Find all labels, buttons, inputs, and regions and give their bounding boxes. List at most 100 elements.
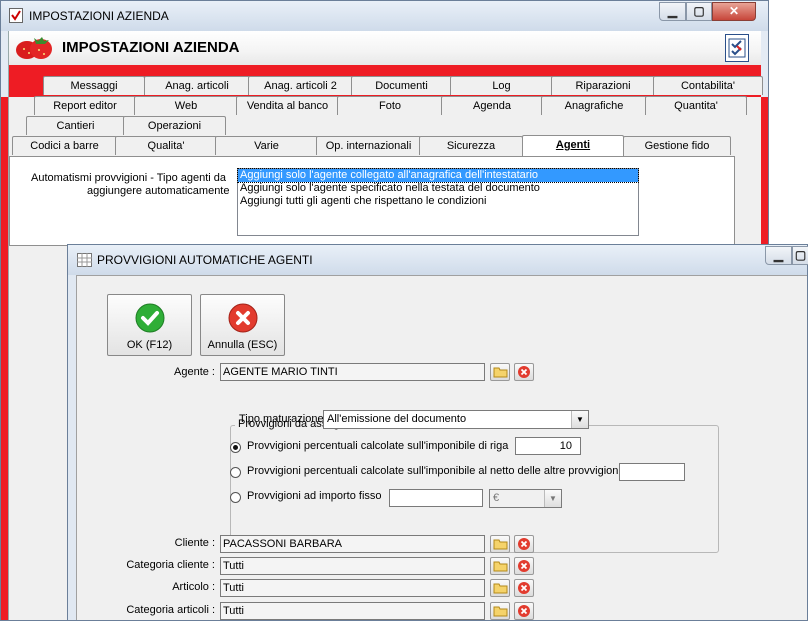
cliente-clear-button[interactable] xyxy=(514,535,534,553)
title-bar: IMPOSTAZIONI AZIENDA ▁ ▢ ✕ xyxy=(1,1,768,31)
folder-icon xyxy=(493,583,508,594)
list-item[interactable]: Aggiungi solo l'agente collegato all'ana… xyxy=(237,168,639,183)
tipo-maturazione-label: Tipo maturazione : xyxy=(239,413,330,425)
radio-importo-fisso[interactable] xyxy=(230,492,241,503)
tab-log[interactable]: Log xyxy=(450,76,553,95)
percentuale-riga-input[interactable]: 10 xyxy=(515,437,581,455)
tab-op-internazionali[interactable]: Op. internazionali xyxy=(316,136,421,155)
window-title: IMPOSTAZIONI AZIENDA xyxy=(29,9,169,23)
left-red-border xyxy=(1,97,8,620)
agents-type-listbox[interactable]: Aggiungi solo l'agente collegato all'ana… xyxy=(237,168,639,236)
cancel-button[interactable]: Annulla (ESC) xyxy=(200,294,285,356)
currency-value: € xyxy=(493,492,500,504)
close-icon: ✕ xyxy=(728,4,740,18)
minimize-icon: ▁ xyxy=(667,4,678,18)
list-item[interactable]: Aggiungi solo l'agente specificato nella… xyxy=(238,182,638,195)
ok-button[interactable]: OK (F12) xyxy=(107,294,192,356)
tab-documenti[interactable]: Documenti xyxy=(351,76,452,95)
strawberry-logo-icon xyxy=(16,37,52,59)
tab-report-editor[interactable]: Report editor xyxy=(34,96,136,115)
categoria-articoli-browse-button[interactable] xyxy=(490,602,510,620)
dialog-title: PROVVIGIONI AUTOMATICHE AGENTI xyxy=(97,253,313,267)
folder-icon xyxy=(493,561,508,572)
ok-button-label: OK (F12) xyxy=(126,339,173,351)
app-icon xyxy=(9,8,23,23)
categoria-cliente-clear-button[interactable] xyxy=(514,557,534,575)
folder-icon xyxy=(493,539,508,550)
tab-web[interactable]: Web xyxy=(134,96,238,115)
categoria-articoli-clear-button[interactable] xyxy=(514,602,534,620)
categoria-cliente-label: Categoria cliente : xyxy=(126,559,215,571)
tab-messaggi[interactable]: Messaggi xyxy=(43,76,145,95)
checklist-icon[interactable] xyxy=(725,34,749,62)
agente-label: Agente : xyxy=(174,366,215,378)
check-icon xyxy=(135,303,165,333)
radio-percentuali-netto[interactable] xyxy=(230,467,241,478)
importo-fisso-input[interactable] xyxy=(389,489,483,507)
percentuale-netto-input[interactable] xyxy=(619,463,685,481)
dialog-minimize-button[interactable]: ▁ xyxy=(765,246,792,265)
grid-icon xyxy=(77,253,92,267)
tipo-maturazione-value: All'emissione del documento xyxy=(327,413,467,425)
tab-riparazioni[interactable]: Riparazioni xyxy=(551,76,655,95)
delete-icon xyxy=(518,582,530,594)
tipo-maturazione-select[interactable]: All'emissione del documento ▼ xyxy=(323,410,589,429)
cancel-button-label: Annulla (ESC) xyxy=(207,339,278,351)
categoria-cliente-browse-button[interactable] xyxy=(490,557,510,575)
agents-label-line1: Automatismi provvigioni - Tipo agenti da xyxy=(31,172,227,184)
currency-select[interactable]: € ▼ xyxy=(489,489,562,508)
maximize-icon: ▢ xyxy=(794,248,807,262)
tab-cantieri[interactable]: Cantieri xyxy=(26,116,125,135)
tab-foto[interactable]: Foto xyxy=(337,96,443,115)
cliente-browse-button[interactable] xyxy=(490,535,510,553)
categoria-articoli-label: Categoria articoli : xyxy=(126,604,215,616)
header-title: IMPOSTAZIONI AZIENDA xyxy=(62,39,240,56)
delete-icon xyxy=(518,366,530,378)
maximize-icon: ▢ xyxy=(693,4,705,18)
tab-agenda[interactable]: Agenda xyxy=(441,96,543,115)
tab-agenti[interactable]: Agenti xyxy=(522,135,624,157)
tab-varie[interactable]: Varie xyxy=(215,136,318,155)
articolo-label: Articolo : xyxy=(172,581,215,593)
chevron-down-icon: ▼ xyxy=(571,411,588,428)
cliente-field[interactable]: PACASSONI BARBARA xyxy=(220,535,485,553)
dialog-title-bar: PROVVIGIONI AUTOMATICHE AGENTI ▁ ▢ xyxy=(68,245,808,275)
radio-percentuali-riga[interactable] xyxy=(230,442,241,453)
close-button[interactable]: ✕ xyxy=(712,2,756,21)
radio-importo-fisso-label: Provvigioni ad importo fisso xyxy=(247,490,382,502)
agente-browse-button[interactable] xyxy=(490,363,510,381)
articolo-field[interactable]: Tutti xyxy=(220,579,485,597)
tab-operazioni[interactable]: Operazioni xyxy=(123,116,226,135)
cliente-label: Cliente : xyxy=(174,537,215,549)
list-item[interactable]: Aggiungi tutti gli agenti che rispettano… xyxy=(238,195,638,208)
articolo-clear-button[interactable] xyxy=(514,579,534,597)
tab-anag-articoli-2[interactable]: Anag. articoli 2 xyxy=(248,76,353,95)
agente-clear-button[interactable] xyxy=(514,363,534,381)
tab-qualita[interactable]: Qualita' xyxy=(115,136,217,155)
categoria-cliente-field[interactable]: Tutti xyxy=(220,557,485,575)
minimize-icon: ▁ xyxy=(773,248,784,262)
tab-anag-articoli[interactable]: Anag. articoli xyxy=(144,76,250,95)
delete-icon xyxy=(518,560,530,572)
radio-percentuali-netto-label: Provvigioni percentuali calcolate sull'i… xyxy=(247,465,621,477)
tab-codici-a-barre[interactable]: Codici a barre xyxy=(12,136,117,155)
dialog-maximize-button[interactable]: ▢ xyxy=(792,246,808,265)
tab-sicurezza[interactable]: Sicurezza xyxy=(419,136,523,155)
maximize-button[interactable]: ▢ xyxy=(686,2,712,21)
dialog-client-area: OK (F12) Annulla (ESC) Agente : AGENTE M… xyxy=(76,275,807,620)
provvigioni-dialog: PROVVIGIONI AUTOMATICHE AGENTI ▁ ▢ OK (F… xyxy=(67,244,808,621)
tab-anagrafiche[interactable]: Anagrafiche xyxy=(541,96,647,115)
tab-quantita[interactable]: Quantita' xyxy=(645,96,747,115)
radio-percentuali-riga-label: Provvigioni percentuali calcolate sull'i… xyxy=(247,440,509,452)
articolo-browse-button[interactable] xyxy=(490,579,510,597)
tab-gestione-fido[interactable]: Gestione fido xyxy=(623,136,731,155)
minimize-button[interactable]: ▁ xyxy=(659,2,686,21)
folder-icon xyxy=(493,367,508,378)
tab-contabilita[interactable]: Contabilita' xyxy=(653,76,763,95)
tab-vendita-al-banco[interactable]: Vendita al banco xyxy=(236,96,339,115)
header-banner: IMPOSTAZIONI AZIENDA xyxy=(9,31,761,66)
agente-field[interactable]: AGENTE MARIO TINTI xyxy=(220,363,485,381)
categoria-articoli-field[interactable]: Tutti xyxy=(220,602,485,620)
folder-icon xyxy=(493,606,508,617)
delete-icon xyxy=(518,605,530,617)
